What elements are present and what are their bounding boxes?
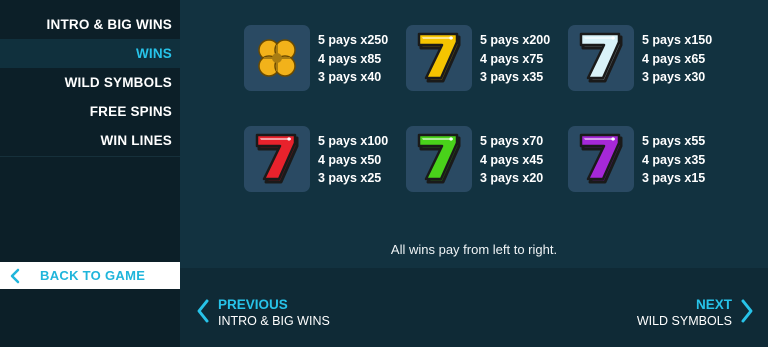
payout-line: 5 pays x250 bbox=[318, 33, 389, 47]
payout-line: 5 pays x200 bbox=[480, 33, 551, 47]
symbol-cell: 5 pays x200 4 pays x75 3 pays x35 bbox=[406, 25, 566, 97]
seven-icon bbox=[406, 126, 472, 192]
payout-list: 5 pays x150 4 pays x65 3 pays x30 bbox=[642, 31, 732, 87]
payout-line: 3 pays x35 bbox=[480, 70, 544, 84]
symbol-cell: 5 pays x100 4 pays x50 3 pays x25 bbox=[244, 126, 404, 198]
symbol-cell: 5 pays x70 4 pays x45 3 pays x20 bbox=[406, 126, 566, 198]
next-label: NEXT bbox=[695, 297, 732, 312]
seven-icon bbox=[568, 126, 634, 192]
payout-list: 5 pays x70 4 pays x45 3 pays x20 bbox=[480, 132, 570, 188]
payout-line: 5 pays x55 bbox=[642, 134, 706, 148]
seven-icon bbox=[244, 126, 310, 192]
main-panel: 5 pays x250 4 pays x85 3 pays x40 5 pays x2… bbox=[180, 0, 768, 347]
payout-line: 4 pays x35 bbox=[642, 152, 706, 167]
win-direction-note: All wins pay from left to right. bbox=[390, 242, 558, 257]
payout-list: 5 pays x250 4 pays x85 3 pays x40 bbox=[318, 31, 408, 87]
next-page-name: WILD SYMBOLS bbox=[636, 314, 732, 328]
payout-line: 3 pays x30 bbox=[642, 70, 706, 84]
payout-line: 4 pays x75 bbox=[480, 51, 544, 66]
payout-list: 5 pays x55 4 pays x35 3 pays x15 bbox=[642, 132, 732, 188]
payout-line: 5 pays x70 bbox=[480, 134, 544, 148]
payout-list: 5 pays x200 4 pays x75 3 pays x35 bbox=[480, 31, 570, 87]
sidebar: INTRO & BIG WINS WINS WILD SYMBOLS FREE … bbox=[0, 0, 180, 347]
menu-item-intro-big-wins[interactable]: INTRO & BIG WINS bbox=[0, 10, 180, 39]
payout-line: 3 pays x40 bbox=[318, 70, 382, 84]
clover-icon bbox=[244, 25, 310, 91]
menu-item-wins[interactable]: WINS bbox=[0, 39, 180, 68]
seven-icon bbox=[568, 25, 634, 91]
chevron-left-icon bbox=[196, 298, 210, 329]
back-to-game-label: BACK TO GAME bbox=[40, 268, 146, 283]
payout-line: 4 pays x85 bbox=[318, 51, 382, 66]
previous-page-name: INTRO & BIG WINS bbox=[218, 314, 330, 328]
symbol-cell: 5 pays x250 4 pays x85 3 pays x40 bbox=[244, 25, 404, 97]
payout-line: 3 pays x20 bbox=[480, 171, 544, 185]
previous-page-button[interactable]: PREVIOUS INTRO & BIG WINS bbox=[196, 293, 330, 333]
paytable-grid: 5 pays x250 4 pays x85 3 pays x40 5 pays x2… bbox=[180, 0, 768, 230]
sidebar-divider bbox=[0, 156, 180, 157]
payout-line: 4 pays x65 bbox=[642, 51, 706, 66]
chevron-left-icon bbox=[0, 268, 30, 284]
payout-line: 4 pays x50 bbox=[318, 152, 382, 167]
symbol-cell: 5 pays x150 4 pays x65 3 pays x30 bbox=[568, 25, 728, 97]
seven-icon bbox=[406, 25, 472, 91]
menu-item-wild-symbols[interactable]: WILD SYMBOLS bbox=[0, 68, 180, 97]
payout-list: 5 pays x100 4 pays x50 3 pays x25 bbox=[318, 132, 408, 188]
payout-line: 5 pays x100 bbox=[318, 134, 389, 148]
payout-line: 3 pays x15 bbox=[642, 171, 706, 185]
next-page-button[interactable]: NEXT WILD SYMBOLS bbox=[637, 293, 754, 333]
chevron-right-icon bbox=[740, 298, 754, 329]
back-to-game-button[interactable]: BACK TO GAME bbox=[0, 262, 180, 289]
menu-item-win-lines[interactable]: WIN LINES bbox=[0, 126, 180, 155]
payout-line: 4 pays x45 bbox=[480, 152, 544, 167]
payout-line: 5 pays x150 bbox=[642, 33, 713, 47]
menu-item-free-spins[interactable]: FREE SPINS bbox=[0, 97, 180, 126]
symbol-cell: 5 pays x55 4 pays x35 3 pays x15 bbox=[568, 126, 728, 198]
help-menu: INTRO & BIG WINS WINS WILD SYMBOLS FREE … bbox=[0, 10, 180, 155]
payout-line: 3 pays x25 bbox=[318, 171, 382, 185]
previous-label: PREVIOUS bbox=[218, 297, 288, 312]
